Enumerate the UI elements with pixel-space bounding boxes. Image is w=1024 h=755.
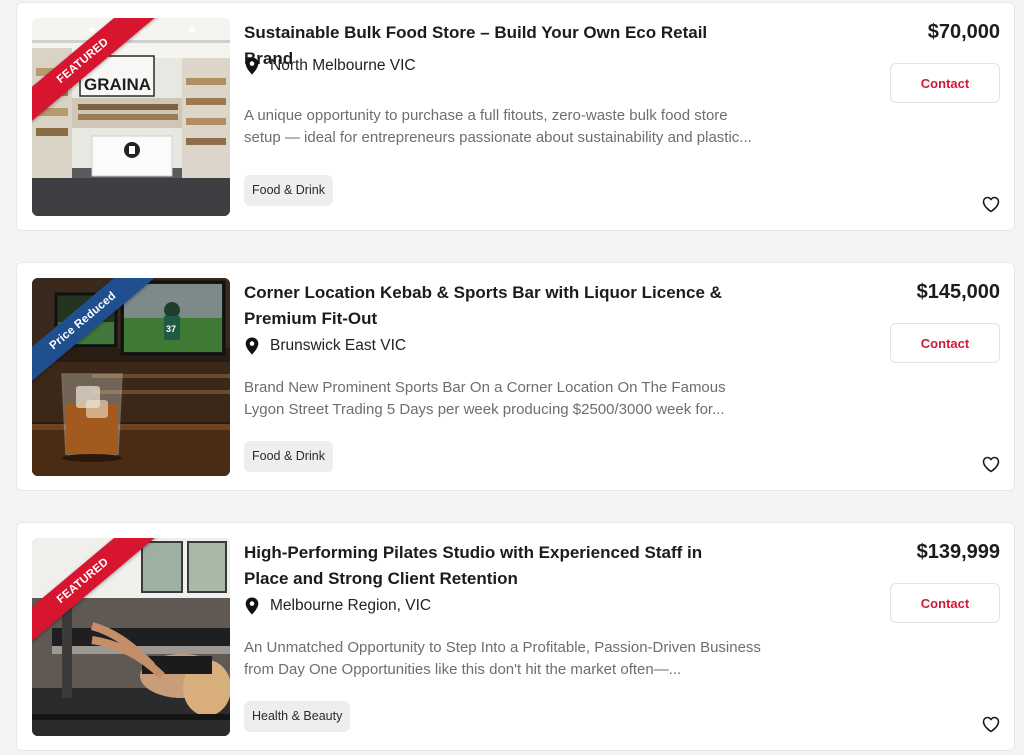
heart-icon[interactable] — [982, 716, 1000, 733]
listing-image[interactable]: GRAINA Featured — [32, 18, 230, 216]
map-pin-icon — [245, 337, 259, 355]
listing-location: North Melbourne VIC — [244, 55, 416, 77]
contact-button[interactable]: Contact — [890, 583, 1000, 623]
listing-title[interactable]: Corner Location Kebab & Sports Bar with … — [244, 280, 744, 332]
pilates-studio-photo — [32, 538, 230, 736]
bulk-food-store-photo: GRAINA — [32, 18, 230, 216]
listing-price: $70,000 — [927, 21, 1000, 43]
listing-price: $145,000 — [916, 281, 1000, 303]
category-tag[interactable]: Health & Beauty — [244, 701, 351, 732]
listing-description: An Unmatched Opportunity to Step Into a … — [244, 639, 761, 678]
listing-price: $139,999 — [916, 541, 1000, 563]
location-text: North Melbourne VIC — [270, 57, 416, 74]
listing-card[interactable]: GRAINA Featured Sustainable Bulk Food St… — [16, 2, 1015, 231]
listing-card[interactable]: 37 Price Reduced Corner Location Kebab &… — [16, 262, 1015, 491]
listing-image[interactable]: 37 Price Reduced — [32, 278, 230, 476]
listing-card[interactable]: Featured High-Performing Pilates Studio … — [16, 522, 1015, 751]
category-tag[interactable]: Food & Drink — [244, 175, 333, 206]
listing-image[interactable]: Featured — [32, 538, 230, 736]
listing-location: Brunswick East VIC — [244, 335, 406, 357]
category-tag[interactable]: Food & Drink — [244, 441, 333, 472]
location-text: Melbourne Region, VIC — [270, 597, 432, 614]
listing-description: A unique opportunity to purchase a full … — [244, 107, 752, 146]
listing-results: GRAINA Featured Sustainable Bulk Food St… — [0, 0, 1024, 755]
location-text: Brunswick East VIC — [270, 337, 407, 354]
listing-location: Melbourne Region, VIC — [244, 595, 431, 617]
store-sign-text: GRAINA — [84, 75, 151, 94]
svg-text:37: 37 — [166, 324, 176, 334]
contact-button[interactable]: Contact — [890, 63, 1000, 103]
heart-icon[interactable] — [982, 456, 1000, 473]
contact-button[interactable]: Contact — [890, 323, 1000, 363]
map-pin-icon — [245, 57, 259, 75]
listing-description: Brand New Prominent Sports Bar On a Corn… — [244, 379, 726, 418]
heart-icon[interactable] — [982, 196, 1000, 213]
listing-title[interactable]: High-Performing Pilates Studio with Expe… — [244, 540, 744, 592]
sports-bar-photo: 37 — [32, 278, 230, 476]
map-pin-icon — [245, 597, 259, 615]
